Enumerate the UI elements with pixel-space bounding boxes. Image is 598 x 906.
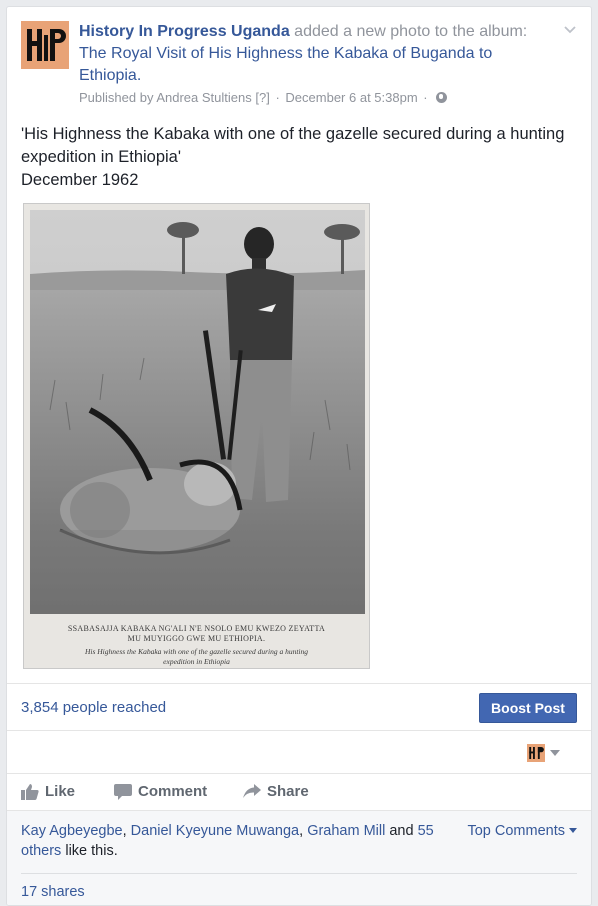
liker-link-1[interactable]: Kay Agbeyegbe (21, 823, 123, 839)
chevron-down-icon[interactable] (563, 23, 577, 37)
caption-date: December 1962 (21, 171, 139, 189)
caption-text: 'His Highness the Kabaka with one of the… (21, 125, 570, 166)
post-card: History In Progress Uganda added a new p… (6, 6, 592, 906)
comma-2: , (299, 823, 308, 839)
post-header: History In Progress Uganda added a new p… (21, 21, 577, 113)
meta-dot: · (275, 90, 280, 105)
comment-button[interactable]: Comment (114, 782, 224, 802)
photo-plate-caption: SSABASAJJA KABAKA NG'ALI N'E NSOLO EMU K… (24, 624, 369, 667)
post-actions: Like Comment Share (7, 774, 591, 810)
post-meta: Published by Andrea Stultiens [?] · Dece… (79, 89, 549, 107)
liker-link-2[interactable]: Daniel Kyeyune Muwanga (131, 823, 299, 839)
caret-down-icon (550, 750, 560, 756)
insights-row: 3,854 people reached Boost Post (7, 683, 591, 731)
boost-post-button[interactable]: Boost Post (479, 693, 577, 723)
shares-count[interactable]: 17 shares (21, 873, 577, 900)
page-avatar[interactable] (21, 21, 69, 69)
kabaka-hunting-photo (30, 210, 365, 614)
page-name-link[interactable]: History In Progress Uganda (79, 23, 290, 40)
action-text: added a new photo to the album: (294, 23, 528, 40)
meta-dot-2: · (423, 90, 428, 105)
reach-count[interactable]: 3,854 people reached (21, 699, 166, 716)
thumbs-up-icon (21, 784, 39, 800)
hip-logo-icon (21, 21, 69, 69)
top-comments-dropdown[interactable]: Top Comments (467, 821, 577, 841)
comment-icon (114, 784, 132, 800)
likers-sentence: Kay Agbeyegbe, Daniel Kyeyune Muwanga, G… (21, 821, 441, 861)
share-button[interactable]: Share (243, 782, 333, 802)
post-headline: History In Progress Uganda added a new p… (79, 21, 549, 107)
help-marker[interactable]: [?] (255, 90, 269, 105)
and-text: and (385, 823, 418, 839)
actor-selector-row (7, 729, 591, 774)
top-comments-label: Top Comments (467, 823, 565, 839)
comma-1: , (122, 823, 131, 839)
globe-icon[interactable] (436, 92, 448, 103)
post-photo[interactable]: SSABASAJJA KABAKA NG'ALI N'E NSOLO EMU K… (23, 203, 370, 669)
post-caption: 'His Highness the Kabaka with one of the… (21, 123, 577, 192)
actor-avatar (527, 744, 545, 762)
comment-label: Comment (138, 783, 208, 800)
plate-caption-english: His Highness the Kabaka with one of the … (84, 647, 309, 666)
like-button[interactable]: Like (21, 782, 91, 802)
actor-selector[interactable] (527, 744, 567, 762)
like-label: Like (45, 783, 76, 800)
published-by: Published by Andrea Stultiens (79, 90, 252, 105)
share-arrow-icon (243, 784, 261, 798)
like-this-text: like this. (61, 843, 118, 859)
post-timestamp[interactable]: December 6 at 5:38pm (285, 90, 417, 105)
liker-link-3[interactable]: Graham Mill (307, 823, 385, 839)
plate-caption-luganda: SSABASAJJA KABAKA NG'ALI N'E NSOLO EMU K… (67, 624, 326, 643)
caret-down-icon (569, 828, 577, 833)
album-link[interactable]: The Royal Visit of His Highness the Kaba… (79, 45, 492, 84)
social-summary: Kay Agbeyegbe, Daniel Kyeyune Muwanga, G… (7, 810, 591, 905)
hip-logo-small-icon (527, 744, 545, 762)
share-label: Share (267, 783, 309, 800)
